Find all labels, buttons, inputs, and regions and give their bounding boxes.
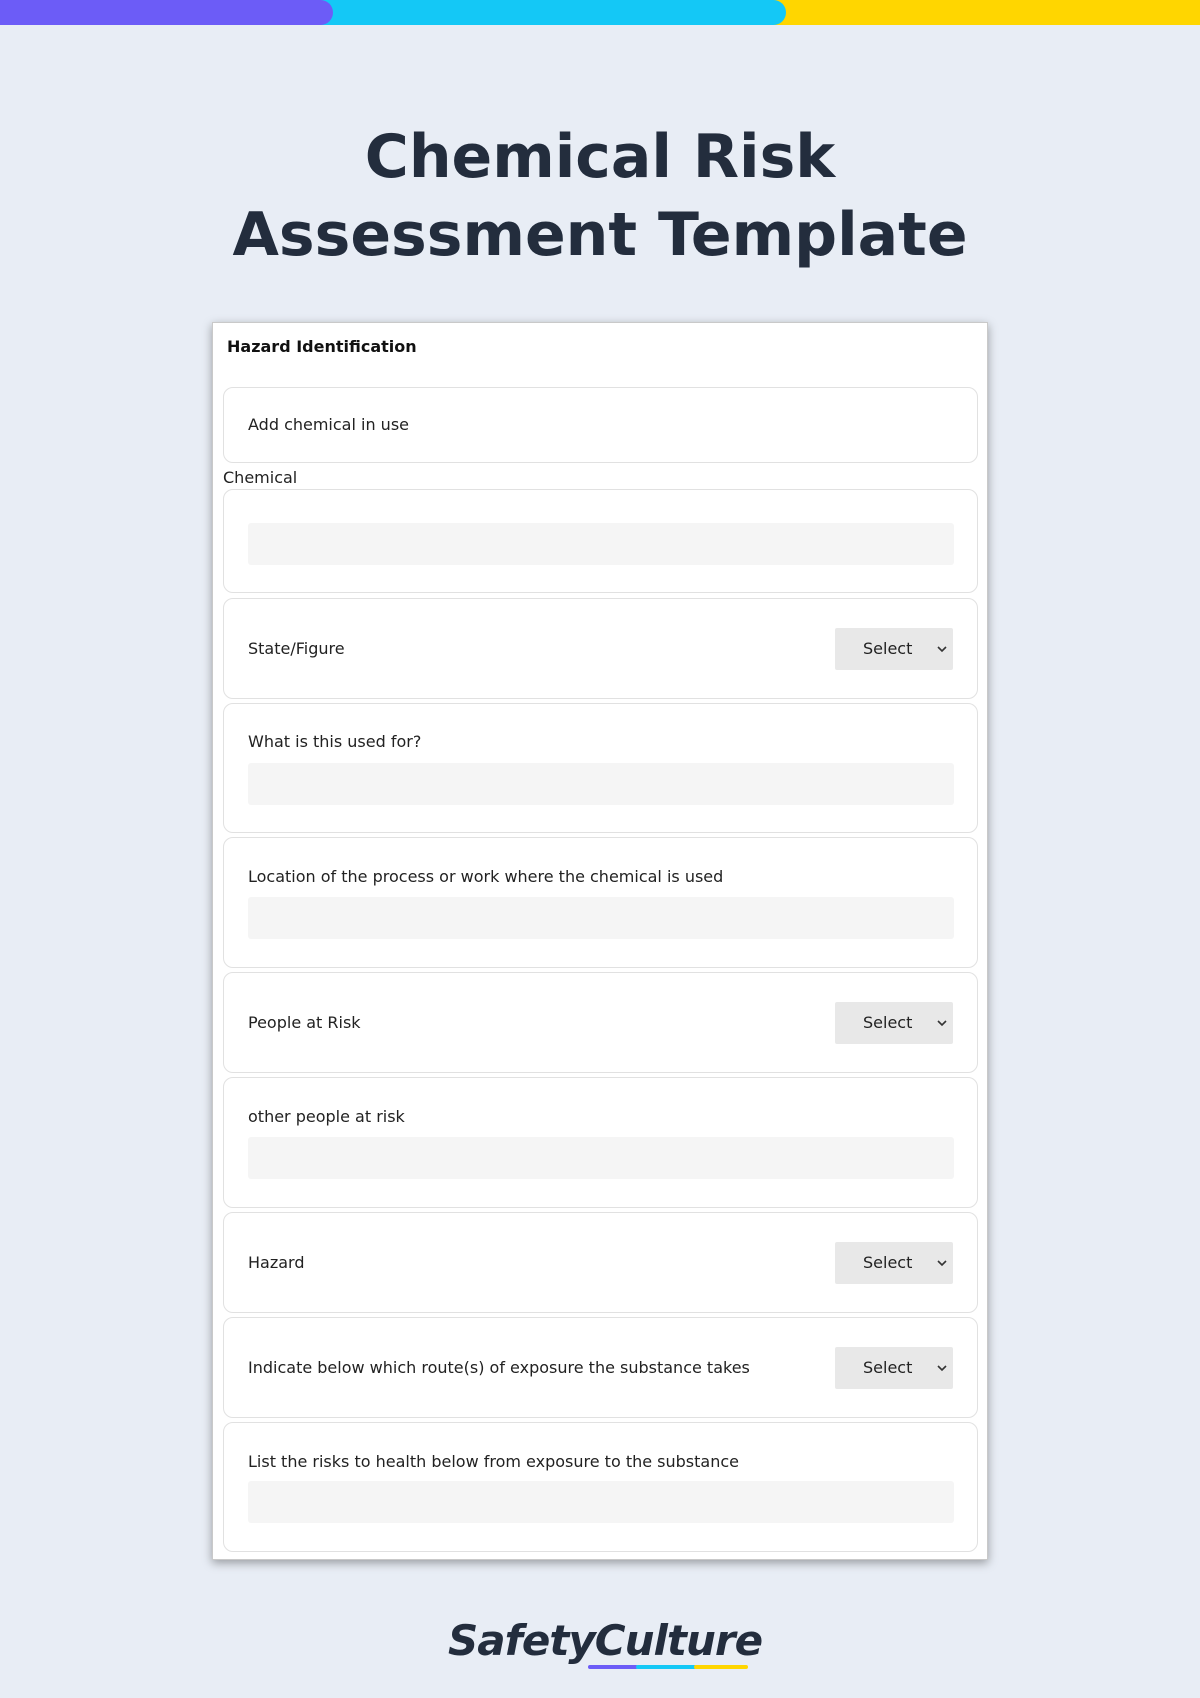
hazard-select-value: Select (863, 1253, 913, 1272)
page-title-line-1: Chemical Risk (364, 122, 836, 192)
location-input[interactable] (248, 897, 954, 939)
location-label: Location of the process or work where th… (248, 867, 724, 886)
state-figure-label: State/Figure (248, 639, 345, 658)
people-at-risk-field: People at Risk Select (223, 972, 978, 1073)
chemical-group-label: Chemical (223, 468, 298, 487)
color-bar-cyan (300, 0, 786, 25)
form-card: Hazard Identification Add chemical in us… (212, 322, 988, 1560)
add-chemical-button[interactable]: Add chemical in use (223, 387, 978, 463)
route-field: Indicate below which route(s) of exposur… (223, 1317, 978, 1418)
chemical-input[interactable] (248, 523, 954, 565)
people-at-risk-label: People at Risk (248, 1013, 361, 1032)
state-figure-field: State/Figure Select (223, 598, 978, 699)
state-figure-select[interactable]: Select (835, 628, 953, 670)
route-label: Indicate below which route(s) of exposur… (248, 1358, 750, 1377)
used-for-input[interactable] (248, 763, 954, 805)
color-bar-yellow (770, 0, 1200, 25)
people-at-risk-select-value: Select (863, 1013, 913, 1032)
logo-text: SafetyCulture (448, 1616, 763, 1665)
route-select[interactable]: Select (835, 1347, 953, 1389)
route-select-value: Select (863, 1358, 913, 1377)
location-field: Location of the process or work where th… (223, 837, 978, 968)
chevron-down-icon (937, 646, 947, 653)
logo-underline (588, 1665, 748, 1669)
hazard-select[interactable]: Select (835, 1242, 953, 1284)
chemical-field (223, 489, 978, 593)
risks-field: List the risks to health below from expo… (223, 1422, 978, 1552)
hazard-field: Hazard Select (223, 1212, 978, 1313)
page-title-line-2: Assessment Template (232, 200, 968, 270)
other-people-field: other people at risk (223, 1077, 978, 1208)
chevron-down-icon (937, 1365, 947, 1372)
state-figure-select-value: Select (863, 639, 913, 658)
add-chemical-label: Add chemical in use (248, 415, 409, 434)
used-for-field: What is this used for? (223, 703, 978, 833)
used-for-label: What is this used for? (248, 732, 422, 751)
risks-input[interactable] (248, 1481, 954, 1523)
section-title: Hazard Identification (227, 337, 417, 356)
risks-label: List the risks to health below from expo… (248, 1452, 739, 1471)
brand-logo: SafetyCulture (448, 1616, 763, 1676)
chevron-down-icon (937, 1260, 947, 1267)
color-bar-purple (0, 0, 333, 25)
chevron-down-icon (937, 1020, 947, 1027)
other-people-label: other people at risk (248, 1107, 405, 1126)
top-color-bar (0, 0, 1200, 25)
page-title: Chemical Risk Assessment Template (0, 118, 1200, 274)
people-at-risk-select[interactable]: Select (835, 1002, 953, 1044)
hazard-label: Hazard (248, 1253, 305, 1272)
other-people-input[interactable] (248, 1137, 954, 1179)
